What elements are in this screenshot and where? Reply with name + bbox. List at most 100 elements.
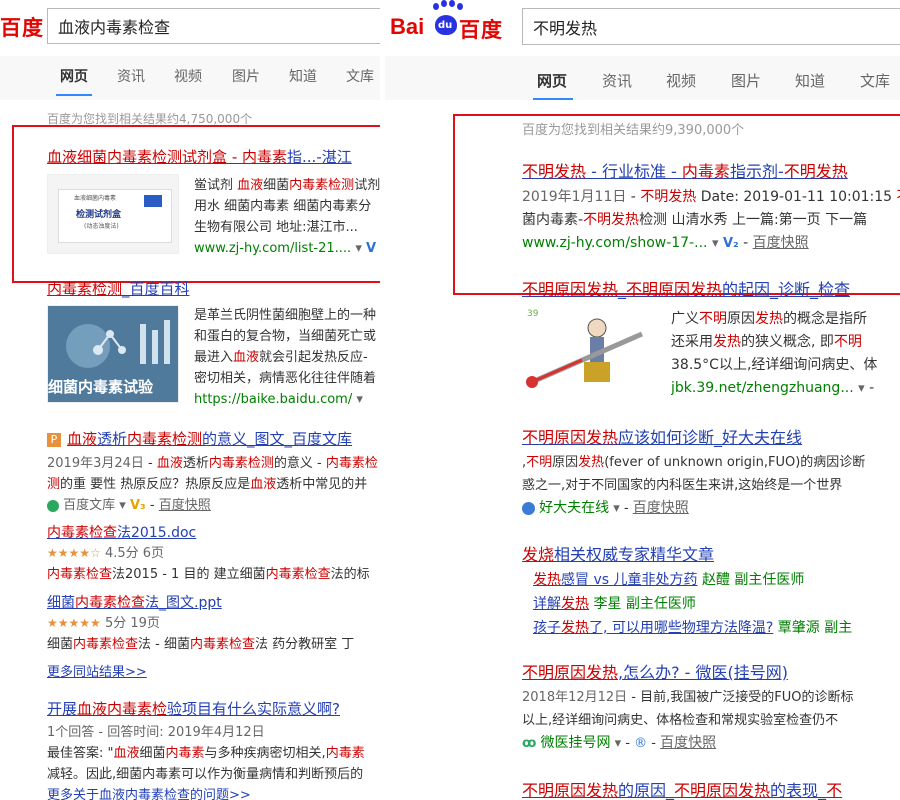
dropdown-icon[interactable]: ▾ xyxy=(355,241,362,256)
more-site-results-left[interactable]: 更多同站结果>> xyxy=(47,661,147,680)
left-tab-bar: 网页 资讯 视频 图片 知道 文库 xyxy=(0,56,380,100)
wenku-logo-icon xyxy=(47,499,59,512)
result-right-2: 不明原因发热_不明原因发热的起因_诊断_检查 xyxy=(522,276,900,300)
v2-badge-icon[interactable]: V₂ xyxy=(723,236,739,251)
tab-images-right[interactable]: 图片 xyxy=(731,70,761,91)
tab-wenku-left[interactable]: 文库 xyxy=(346,66,374,86)
search-box-right[interactable] xyxy=(522,8,900,45)
result-title-right-1[interactable]: 不明发热 - 行业标准 - 内毒素指示剂-不明发热 xyxy=(522,162,848,181)
result-snippet-left-3: 2019年3月24日 - 血液透析内毒素检测的意义 - 内毒素检 测的重 要性 … xyxy=(47,456,378,513)
result-url-right-2[interactable]: jbk.39.net/zhengzhuang... xyxy=(671,380,854,396)
sub-result-left-3b: 细菌内毒素检查法_图文.ppt xyxy=(47,592,380,612)
rating-stars-icon: ★★★★★ xyxy=(47,616,101,630)
source-wenku[interactable]: 百度文库 xyxy=(63,498,115,513)
result-title-right-6[interactable]: 不明原因发热的原因_不明原因发热的表现_不 xyxy=(522,781,842,800)
result-title-right-5[interactable]: 不明原因发热,怎么办? - 微医(挂号网) xyxy=(522,663,788,682)
dropdown-icon[interactable]: ▾ xyxy=(119,498,126,513)
registered-badge-icon: ® xyxy=(634,736,648,751)
brand-logo-icon xyxy=(144,195,162,207)
thermometer-thumbnail-right-2[interactable]: 39 xyxy=(522,304,657,394)
result-url-left-2[interactable]: https://baike.baidu.com/ xyxy=(194,392,352,407)
expert-article-3[interactable]: 孩子发热了, 可以用哪些物理方法降温? xyxy=(533,620,773,636)
tab-web-right[interactable]: 网页 xyxy=(537,70,567,91)
tab-zhidao-right[interactable]: 知道 xyxy=(795,70,825,91)
expert-article-2[interactable]: 详解发热 xyxy=(533,596,589,612)
result-left-4: 开展血液内毒素检验项目有什么实际意义啊? xyxy=(47,698,380,719)
v-badge-icon[interactable]: V xyxy=(366,241,376,256)
more-questions-link-left[interactable]: 更多关于血液内毒素检查的问题>> xyxy=(47,788,251,800)
ppt-doc-icon: P xyxy=(47,432,61,447)
result-right-3: 不明原因发热应该如何诊断_好大夫在线 xyxy=(522,424,900,448)
tab-news-left[interactable]: 资讯 xyxy=(117,66,145,86)
result-right-6: 不明原因发热的原因_不明原因发热的表现_不 xyxy=(522,777,900,800)
result-title-left-3[interactable]: 血液透析内毒素检测的意义_图文_百度文库 xyxy=(67,430,352,448)
result-snippet-right-1: 2019年1月11日 - 不明发热 Date: 2019-01-11 10:01… xyxy=(522,189,900,251)
source-weiyi[interactable]: 微医挂号网 xyxy=(541,735,611,751)
dropdown-icon[interactable]: ▾ xyxy=(613,501,620,516)
source-haodf[interactable]: 好大夫在线 xyxy=(539,500,609,516)
result-right-4: 发烧相关权威专家精华文章 xyxy=(522,541,900,565)
result-title-right-3[interactable]: 不明原因发热应该如何诊断_好大夫在线 xyxy=(522,428,802,447)
tab-video-left[interactable]: 视频 xyxy=(174,66,202,86)
active-tab-underline-right xyxy=(533,98,573,100)
result-url-right-1[interactable]: www.zj-hy.com/show-17-... xyxy=(522,235,708,251)
search-input-right[interactable] xyxy=(523,9,900,44)
sub-result-snippet-left-3a: ★★★★☆ 4.5分 6页 内毒素检查法2015 - 1 目的 建立细菌内毒素检… xyxy=(47,546,370,582)
tab-web-left[interactable]: 网页 xyxy=(60,66,88,86)
right-search-panel: Bai du 百度 网页 资讯 视频 图片 知道 文库 百度为您找到相关结果约9… xyxy=(385,0,900,800)
paw-logo-icon: du xyxy=(435,15,457,35)
cache-link-right-3[interactable]: 百度快照 xyxy=(633,500,689,516)
result-left-3: P 血液透析内毒素检测的意义_图文_百度文库 xyxy=(47,428,380,449)
active-tab-underline-left xyxy=(56,94,92,96)
cache-link-right-5[interactable]: 百度快照 xyxy=(660,735,716,751)
result-snippet-left-4: 1个回答 - 回答时间: 2019年4月12日 最佳答案: "血液细菌内毒素与多… xyxy=(47,722,380,800)
weiyi-logo-icon: ꝏ xyxy=(522,736,537,751)
svg-text:39: 39 xyxy=(527,309,539,319)
rating-stars-icon: ★★★★☆ xyxy=(47,546,101,560)
left-search-panel: 百度 网页 资讯 视频 图片 知道 文库 百度为您找到相关结果约4,750,00… xyxy=(0,0,380,800)
dropdown-icon[interactable]: ▾ xyxy=(712,236,719,251)
tab-zhidao-left[interactable]: 知道 xyxy=(289,66,317,86)
search-input-left[interactable] xyxy=(48,9,380,43)
baidu-logo-left[interactable]: 百度 xyxy=(0,12,44,42)
tab-video-right[interactable]: 视频 xyxy=(666,70,696,91)
result-url-left-1[interactable]: www.zj-hy.com/list-21.... xyxy=(194,241,351,256)
cache-link-right-1[interactable]: 百度快照 xyxy=(753,235,809,251)
sub-result-snippet-left-3b: ★★★★★ 5分 19页 细菌内毒素检查法 - 细菌内毒素检查法 药分教研室 丁 xyxy=(47,616,355,652)
haodf-logo-icon xyxy=(522,502,535,515)
sub-result-left-3a: 内毒素检查法2015.doc xyxy=(47,522,380,542)
tab-news-right[interactable]: 资讯 xyxy=(602,70,632,91)
baike-thumbnail-left-2[interactable]: 细菌内毒素试验 xyxy=(47,305,179,403)
result-snippet-left-1: 鲎试剂 血液细菌内毒素检测试剂 用水 细菌内毒素 细菌内毒素分 生物有限公司 地… xyxy=(194,178,380,256)
right-tab-bar: 网页 资讯 视频 图片 知道 文库 xyxy=(385,56,900,100)
product-thumbnail-left-1[interactable]: 血液细菌内毒素 检测试剂盒 (动态浊度法) xyxy=(47,174,179,254)
dropdown-icon[interactable]: ▾ xyxy=(858,381,865,396)
result-snippet-right-5: 2018年12月12日 - 目前,我国被广泛接受的FUO的诊断标 以上,经详细询… xyxy=(522,690,854,751)
dropdown-icon[interactable]: ▾ xyxy=(356,392,363,407)
search-box-left[interactable] xyxy=(47,8,380,44)
left-topbar: 百度 xyxy=(0,0,380,56)
result-title-left-4[interactable]: 开展血液内毒素检验项目有什么实际意义啊? xyxy=(47,700,340,718)
dropdown-icon[interactable]: ▾ xyxy=(615,736,622,751)
result-left-2: 内毒素检测_百度百科 xyxy=(47,278,380,299)
result-snippet-left-2: 是革兰氏阴性菌细胞壁上的一种 和蛋白的复合物，当细菌死亡或 最进入血液就会引起发… xyxy=(194,308,377,407)
result-title-left-1[interactable]: 血液细菌内毒素检测试剂盒 - 内毒素指...-湛江 xyxy=(47,148,352,166)
result-title-right-4[interactable]: 发烧相关权威专家精华文章 xyxy=(522,545,714,564)
cache-link-left-3[interactable]: 百度快照 xyxy=(159,498,211,513)
result-title-right-2[interactable]: 不明原因发热_不明原因发热的起因_诊断_检查 xyxy=(522,280,850,299)
sub-result-title-left-3a[interactable]: 内毒素检查法2015.doc xyxy=(47,525,196,541)
result-right-5: 不明原因发热,怎么办? - 微医(挂号网) xyxy=(522,659,900,683)
sub-result-title-left-3b[interactable]: 细菌内毒素检查法_图文.ppt xyxy=(47,595,222,611)
result-right-1: 不明发热 - 行业标准 - 内毒素指示剂-不明发热 xyxy=(522,158,900,182)
thermometer-cartoon-icon: 39 xyxy=(526,309,643,388)
result-snippet-right-2: 广义不明原因发热的概念是指所 还采用发热的狭义概念, 即不明 38.5°C以上,… xyxy=(671,311,878,396)
result-left-1: 血液细菌内毒素检测试剂盒 - 内毒素指...-湛江 xyxy=(47,146,380,167)
tab-images-left[interactable]: 图片 xyxy=(232,66,260,86)
result-snippet-right-3: ,不明原因发热(fever of unknown origin,FUO)的病因诊… xyxy=(522,455,866,516)
result-title-left-2[interactable]: 内毒素检测_百度百科 xyxy=(47,280,190,298)
right-topbar: Bai du 百度 xyxy=(385,0,900,56)
tab-wenku-right[interactable]: 文库 xyxy=(860,70,890,91)
v3-badge-icon[interactable]: V₃ xyxy=(130,498,146,513)
expert-article-list-right: 发热感冒 vs 儿童非处方药 赵醴 副主任医师 详解发热 李星 副主任医师 孩子… xyxy=(533,572,853,636)
expert-article-1[interactable]: 发热感冒 vs 儿童非处方药 xyxy=(533,572,697,588)
